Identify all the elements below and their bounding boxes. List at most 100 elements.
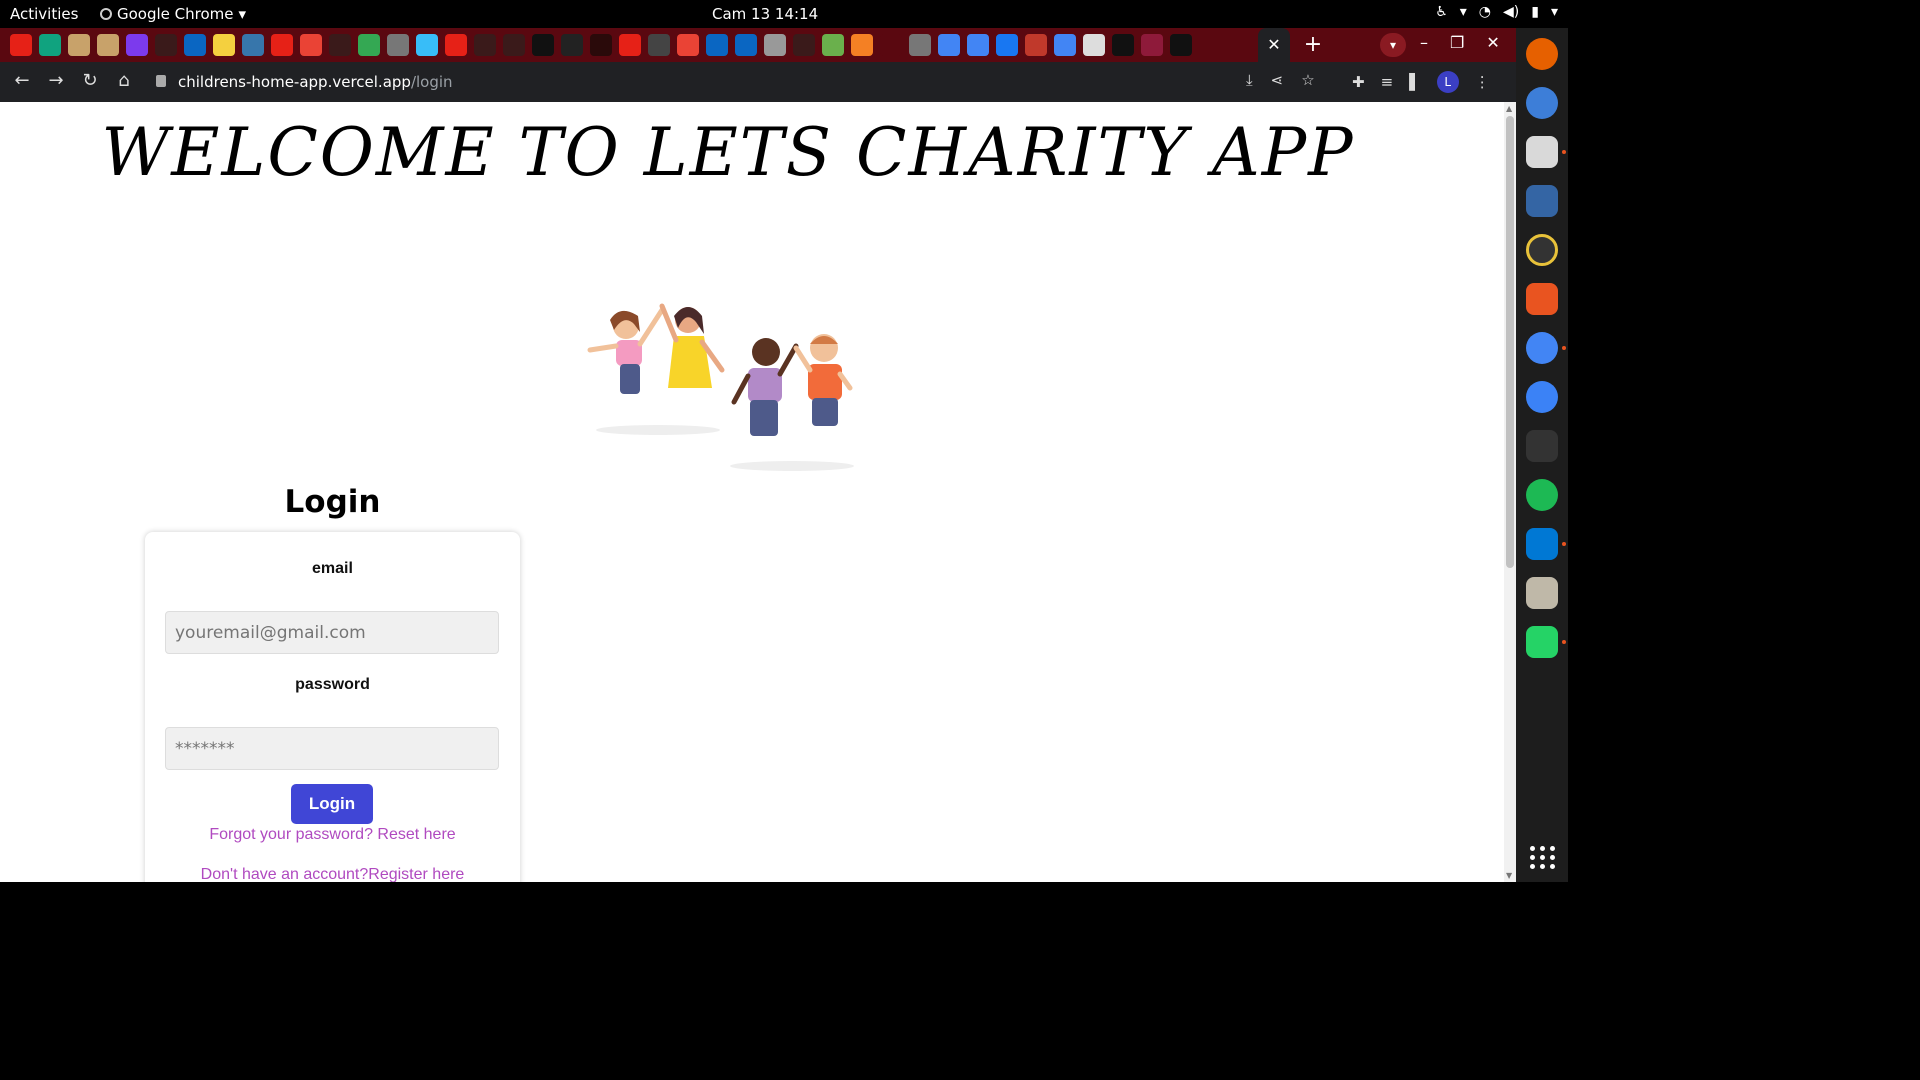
side-panel-icon[interactable]: ▌ [1409, 73, 1421, 91]
install-icon[interactable]: ⤓ [1246, 71, 1253, 89]
star-icon[interactable]: ☆ [1301, 71, 1314, 89]
battery-icon[interactable]: ▮ [1531, 4, 1539, 20]
scroll-down-icon[interactable]: ▼ [1506, 871, 1512, 880]
chatgpt-tab-icon[interactable] [39, 34, 61, 56]
tab-icon[interactable] [1083, 34, 1105, 56]
active-tab[interactable]: ✕ [1258, 28, 1290, 62]
tab-icon[interactable] [97, 34, 119, 56]
register-link[interactable]: Don't have an account?Register here [145, 866, 520, 882]
page-scrollbar[interactable]: ▲ ▼ [1504, 102, 1516, 882]
whatsapp-icon[interactable] [1526, 626, 1558, 658]
google-tab-icon[interactable] [1054, 34, 1076, 56]
google-tab-icon[interactable] [938, 34, 960, 56]
gmail-tab-icon[interactable] [300, 34, 322, 56]
archive-icon[interactable] [1526, 577, 1558, 609]
files-icon[interactable] [1526, 136, 1558, 168]
wifi-icon[interactable]: ◔ [1479, 4, 1491, 20]
drive-tab-icon[interactable] [358, 34, 380, 56]
reading-list-icon[interactable]: ≡ [1381, 73, 1394, 91]
maximize-icon[interactable]: ❐ [1450, 33, 1464, 52]
tab-icon[interactable] [532, 34, 554, 56]
close-window-icon[interactable]: ✕ [1486, 33, 1499, 52]
stackoverflow-tab-icon[interactable] [851, 34, 873, 56]
list-tab-icon[interactable] [126, 34, 148, 56]
lock-icon[interactable] [156, 75, 166, 87]
tab-icon[interactable] [764, 34, 786, 56]
tailwind-tab-icon[interactable] [416, 34, 438, 56]
avatar[interactable]: L [1436, 71, 1459, 93]
globe-tab-icon[interactable] [909, 34, 931, 56]
tab-icon[interactable] [68, 34, 90, 56]
vscode-icon[interactable] [1526, 528, 1558, 560]
forgot-password-link[interactable]: Forgot your password? Reset here [145, 826, 520, 844]
clock[interactable]: Cam 13 14:14 [712, 5, 818, 23]
close-icon[interactable]: ✕ [1267, 35, 1280, 54]
tab-icon[interactable] [880, 34, 902, 56]
linkedin-tab-icon[interactable] [184, 34, 206, 56]
tab-icon[interactable] [590, 34, 612, 56]
show-apps-icon[interactable] [1530, 846, 1556, 869]
reload-icon[interactable]: ↻ [80, 70, 100, 91]
scrollbar-thumb[interactable] [1506, 116, 1514, 568]
python-tab-icon[interactable] [242, 34, 264, 56]
login-button[interactable]: Login [291, 784, 373, 824]
password-field[interactable] [165, 727, 499, 770]
back-icon[interactable]: ← [12, 70, 32, 91]
help-icon[interactable] [1526, 381, 1558, 413]
facebook-tab-icon[interactable] [996, 34, 1018, 56]
tab-icon[interactable] [793, 34, 815, 56]
terminal-icon[interactable] [1526, 430, 1558, 462]
browser-toolbar: ← → ↻ ⌂ childrens-home-app.vercel.app/lo… [0, 62, 1516, 102]
chrome-icon[interactable] [1526, 332, 1558, 364]
tab-icon[interactable] [561, 34, 583, 56]
address-bar[interactable]: childrens-home-app.vercel.app/login [144, 66, 1344, 98]
app-center-icon[interactable] [1526, 283, 1558, 315]
tab-icon[interactable] [648, 34, 670, 56]
rhythmbox-icon[interactable] [1526, 234, 1558, 266]
spotify-icon[interactable] [1526, 479, 1558, 511]
youtube-tab-icon[interactable] [445, 34, 467, 56]
browser-chrome: ✕ + ▾ – ❐ ✕ ← → ↻ ⌂ childrens-home-app.v… [0, 28, 1516, 102]
email-field[interactable] [165, 611, 499, 654]
youtube-tab-icon[interactable] [619, 34, 641, 56]
google-tab-icon[interactable] [967, 34, 989, 56]
thunderbird-icon[interactable] [1526, 87, 1558, 119]
github-tab-icon[interactable] [329, 34, 351, 56]
menu-icon[interactable]: ⋮ [1475, 73, 1490, 91]
minimize-icon[interactable]: – [1420, 33, 1428, 52]
chevron-down-icon[interactable]: ▾ [1551, 4, 1558, 20]
tab-icon[interactable] [1112, 34, 1134, 56]
accessibility-icon[interactable]: ♿ [1435, 4, 1448, 20]
share-icon[interactable]: ⋖ [1271, 71, 1284, 89]
writer-icon[interactable] [1526, 185, 1558, 217]
chevron-down-icon: ▾ [238, 5, 247, 23]
globe-tab-icon[interactable] [387, 34, 409, 56]
home-icon[interactable]: ⌂ [114, 70, 134, 91]
tab-icon[interactable] [1025, 34, 1047, 56]
activities-button[interactable]: Activities [10, 5, 78, 23]
volume-icon[interactable]: ◀) [1503, 4, 1519, 20]
linkedin-tab-icon[interactable] [735, 34, 757, 56]
tab-icon[interactable] [213, 34, 235, 56]
linkedin-tab-icon[interactable] [706, 34, 728, 56]
tab-search-button[interactable]: ▾ [1380, 33, 1406, 57]
chevron-down-icon[interactable]: ▾ [1460, 4, 1467, 20]
tab-icon[interactable] [1141, 34, 1163, 56]
running-indicator [1562, 640, 1566, 644]
github-tab-icon[interactable] [155, 34, 177, 56]
new-tab-button[interactable]: + [1300, 34, 1326, 56]
app-menu[interactable]: Google Chrome ▾ [100, 5, 246, 23]
youtube-tab-icon[interactable] [10, 34, 32, 56]
tab-icon[interactable] [1170, 34, 1192, 56]
system-tray[interactable]: ♿ ▾ ◔ ◀) ▮ ▾ [1435, 4, 1558, 20]
gmail-tab-icon[interactable] [677, 34, 699, 56]
github-tab-icon[interactable] [503, 34, 525, 56]
scroll-up-icon[interactable]: ▲ [1506, 104, 1512, 113]
firefox-icon[interactable] [1526, 38, 1558, 70]
forward-icon[interactable]: → [46, 70, 66, 91]
youtube-tab-icon[interactable] [271, 34, 293, 56]
tab-icon[interactable] [822, 34, 844, 56]
url-text[interactable]: childrens-home-app.vercel.app/login [178, 66, 453, 98]
github-tab-icon[interactable] [474, 34, 496, 56]
extensions-icon[interactable]: ✚ [1352, 73, 1365, 91]
